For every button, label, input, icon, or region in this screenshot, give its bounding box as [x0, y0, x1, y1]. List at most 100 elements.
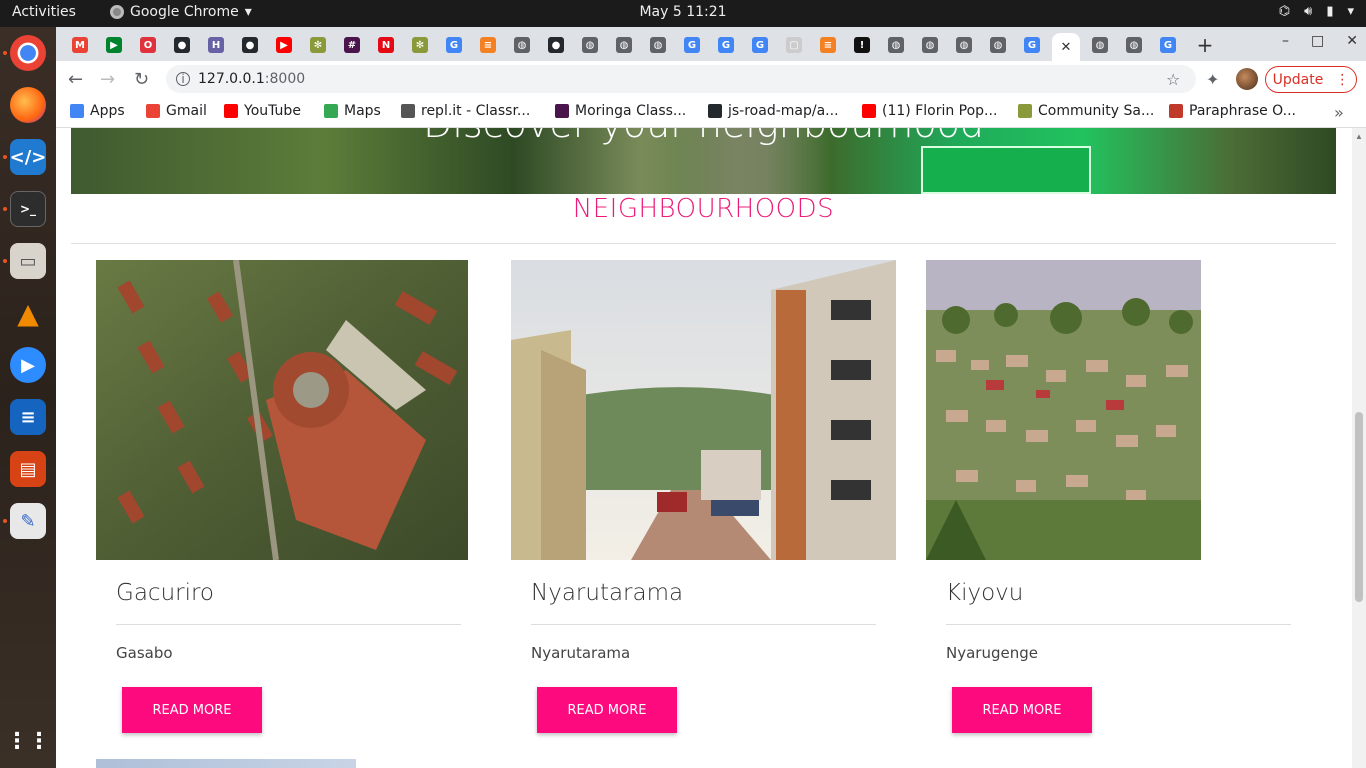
bookmark-item[interactable]: Paraphrase O...	[1169, 103, 1296, 119]
writer-icon[interactable]: ≡	[10, 399, 46, 435]
browser-tab[interactable]: O	[134, 33, 162, 57]
browser-tab[interactable]: ✻	[304, 33, 332, 57]
profile-avatar[interactable]	[1236, 68, 1258, 90]
browser-tab[interactable]: ◍	[950, 33, 978, 57]
palm-icon: ✻	[310, 37, 326, 53]
card-title: Nyarutarama	[531, 580, 684, 606]
globe-icon: ◍	[1126, 37, 1142, 53]
card-divider	[116, 624, 461, 625]
bookmark-star-icon[interactable]: ☆	[1166, 70, 1180, 89]
chrome-icon[interactable]	[10, 35, 46, 71]
browser-tab[interactable]: ▶	[100, 33, 128, 57]
reload-icon[interactable]: ↻	[134, 69, 149, 90]
forward-icon[interactable]: →	[100, 69, 115, 90]
activities-button[interactable]: Activities	[12, 4, 76, 20]
bookmark-item[interactable]: Apps	[70, 103, 125, 119]
back-icon[interactable]: ←	[68, 69, 83, 90]
browser-tab[interactable]: G	[678, 33, 706, 57]
scroll-up-icon[interactable]: ▲	[1355, 132, 1363, 141]
browser-tab[interactable]: ◍	[508, 33, 536, 57]
system-tray[interactable]: ⌬ 🔊︎ ▮ ▾	[1279, 4, 1354, 19]
browser-tab[interactable]: #	[338, 33, 366, 57]
scrollbar-thumb[interactable]	[1355, 412, 1363, 602]
minimize-button[interactable]: –	[1282, 33, 1289, 49]
tab-strip: M ▶ O ● H ● ▶ ✻ # N ✻ G ≡ ◍ ● ◍ ◍ ◍ G G G ▢ ≡! ◍ ◍ ◍ ◍ G ✕ ◍ ◍ G + – □ …	[56, 27, 1366, 61]
browser-tab[interactable]: !	[848, 33, 876, 57]
browser-tab[interactable]: ◍	[882, 33, 910, 57]
bookmark-item[interactable]: Community Sa...	[1018, 103, 1154, 119]
extensions-icon[interactable]: ✦	[1206, 70, 1219, 89]
files-icon[interactable]: ▭	[10, 243, 46, 279]
browser-tab[interactable]: M	[66, 33, 94, 57]
browser-tab[interactable]: ≡	[474, 33, 502, 57]
firefox-icon[interactable]	[10, 87, 46, 123]
url-text: 127.0.0.1:8000	[198, 71, 306, 87]
browser-tab[interactable]: ●	[168, 33, 196, 57]
app-menu[interactable]: Google Chrome ▾	[110, 4, 252, 20]
app-grid-icon[interactable]: ⋮⋮	[6, 723, 50, 759]
bookmark-item[interactable]: Maps	[324, 103, 381, 119]
page-scrollbar[interactable]: ▲	[1352, 128, 1366, 768]
read-more-button-nyarutarama[interactable]: READ MORE	[537, 687, 677, 733]
system-top-bar: Activities Google Chrome ▾ May 5 11:21 ⌬…	[0, 0, 1366, 27]
bookmark-item[interactable]: js-road-map/a...	[708, 103, 839, 119]
palm-icon: ✻	[412, 37, 428, 53]
bookmark-item[interactable]: YouTube	[224, 103, 301, 119]
vscode-icon[interactable]: </>	[10, 139, 46, 175]
impress-icon[interactable]: ▤	[10, 451, 46, 487]
browser-tab[interactable]: ▢	[780, 33, 808, 57]
read-more-button-kiyovu[interactable]: READ MORE	[952, 687, 1092, 733]
volume-icon[interactable]: 🔊︎	[1304, 4, 1312, 19]
github-icon: ●	[242, 37, 258, 53]
close-window-button[interactable]: ✕	[1346, 33, 1358, 49]
bookmark-item[interactable]: Moringa Class...	[555, 103, 686, 119]
active-tab[interactable]: ✕	[1052, 33, 1080, 61]
browser-tab[interactable]: G	[746, 33, 774, 57]
browser-tab[interactable]: G	[1018, 33, 1046, 57]
browser-tab[interactable]: ◍	[916, 33, 944, 57]
browser-tab[interactable]: ●	[542, 33, 570, 57]
bookmark-item[interactable]: repl.it - Classr...	[401, 103, 530, 119]
browser-tab[interactable]: ◍	[1086, 33, 1114, 57]
hero-title: Discover your neighbourhood	[71, 128, 1336, 146]
bookmarks-overflow-icon[interactable]: »	[1334, 103, 1344, 122]
browser-tab[interactable]: ✻	[406, 33, 434, 57]
running-indicator	[3, 519, 7, 523]
browser-tab[interactable]: ●	[236, 33, 264, 57]
browser-tab[interactable]: G	[440, 33, 468, 57]
maximize-button[interactable]: □	[1311, 33, 1324, 49]
update-button[interactable]: Update ⋮	[1265, 66, 1357, 93]
github-icon	[708, 104, 722, 118]
battery-icon[interactable]: ▮	[1326, 4, 1333, 19]
new-tab-button[interactable]: +	[1191, 33, 1219, 57]
text-editor-icon[interactable]: ✎	[10, 503, 46, 539]
neighbourhood-image-gacuriro	[96, 260, 468, 560]
browser-tab[interactable]: ◍	[576, 33, 604, 57]
info-icon[interactable]: i	[176, 72, 190, 86]
clock[interactable]: May 5 11:21	[639, 4, 726, 20]
browser-tab[interactable]: ◍	[1120, 33, 1148, 57]
vlc-icon[interactable]: ▲	[10, 295, 46, 331]
browser-tab[interactable]: H	[202, 33, 230, 57]
address-bar[interactable]: i 127.0.0.1:8000	[166, 65, 1196, 93]
browser-tab[interactable]: G	[1154, 33, 1182, 57]
browser-tab[interactable]: ▶	[270, 33, 298, 57]
read-more-button-gacuriro[interactable]: READ MORE	[122, 687, 262, 733]
globe-icon: ◍	[956, 37, 972, 53]
power-menu-icon[interactable]: ▾	[1347, 4, 1354, 19]
globe-icon: ◍	[990, 37, 1006, 53]
paraphrase-icon	[1169, 104, 1183, 118]
zoom-icon[interactable]: ▶	[10, 347, 46, 383]
browser-tab[interactable]: ◍	[644, 33, 672, 57]
browser-tab[interactable]: ◍	[984, 33, 1012, 57]
google-icon: G	[752, 37, 768, 53]
browser-tab[interactable]: ≡	[814, 33, 842, 57]
browser-tab[interactable]: N	[372, 33, 400, 57]
network-icon[interactable]: ⌬	[1279, 4, 1290, 19]
terminal-icon[interactable]: >_	[10, 191, 46, 227]
bookmark-item[interactable]: (11) Florin Pop...	[862, 103, 997, 119]
bookmark-item[interactable]: Gmail	[146, 103, 207, 119]
browser-tab[interactable]: G	[712, 33, 740, 57]
running-indicator	[3, 51, 7, 55]
browser-tab[interactable]: ◍	[610, 33, 638, 57]
